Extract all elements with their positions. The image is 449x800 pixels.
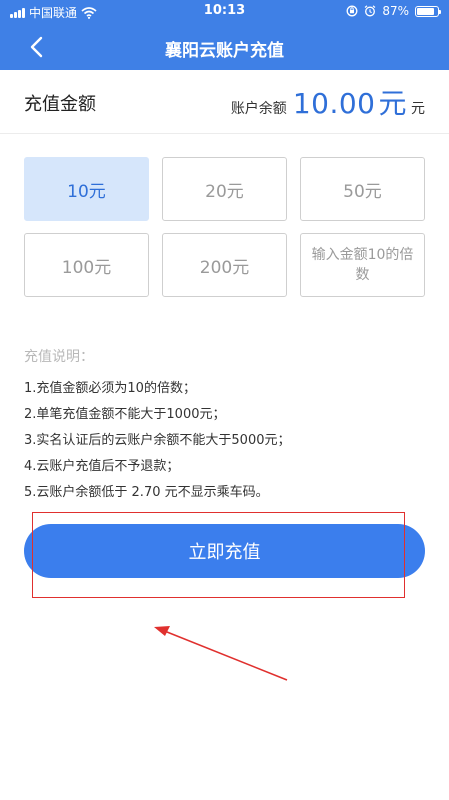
balance-unit: 元 — [411, 101, 425, 117]
description-item: 1.充值金额必须为10的倍数； — [24, 381, 196, 396]
balance-unit-large: 元 — [378, 87, 407, 120]
amount-option-20[interactable]: 20元 — [162, 157, 287, 221]
amount-row: 充值金额 账户余额 10.00 元 元 — [0, 70, 449, 134]
custom-amount-input[interactable]: 输入金额10的倍数 — [300, 233, 425, 297]
description-title: 充值说明： — [24, 349, 94, 365]
header: 中国联通 10:13 87% 襄阳云账户充值 — [0, 0, 449, 70]
battery-percent: 87% — [382, 4, 409, 18]
amount-option-200[interactable]: 200元 — [162, 233, 287, 297]
recharge-amount-label: 充值金额 — [24, 94, 96, 115]
description-item: 5.云账户余额低于 2.70 元不显示乘车码。 — [24, 485, 269, 500]
description-item: 3.实名认证后的云账户余额不能大于5000元； — [24, 433, 291, 448]
description-item: 4.云账户充值后不予退款； — [24, 459, 180, 474]
balance-label: 账户余额 — [230, 101, 287, 117]
amount-option-50[interactable]: 50元 — [300, 157, 425, 221]
recharge-now-button[interactable]: 立即充值 — [24, 524, 425, 578]
battery-icon — [415, 5, 441, 17]
balance-value: 10.00 — [292, 87, 376, 120]
status-bar: 中国联通 10:13 87% — [0, 0, 449, 24]
amount-option-10[interactable]: 10元 — [24, 157, 149, 221]
alarm-icon — [364, 5, 376, 17]
amount-option-100[interactable]: 100元 — [24, 233, 149, 297]
status-right: 87% — [346, 4, 441, 18]
rotation-lock-icon — [346, 5, 358, 17]
balance-area: 账户余额 10.00 元 元 — [231, 82, 425, 122]
page-title: 襄阳云账户充值 — [165, 41, 284, 61]
nav-bar: 襄阳云账户充值 — [0, 24, 449, 70]
description-item: 2.单笔充值金额不能大于1000元； — [24, 407, 226, 422]
description-list: 1.充值金额必须为10的倍数； 2.单笔充值金额不能大于1000元； 3.实名认… — [24, 376, 291, 506]
battery-fill — [417, 7, 435, 15]
